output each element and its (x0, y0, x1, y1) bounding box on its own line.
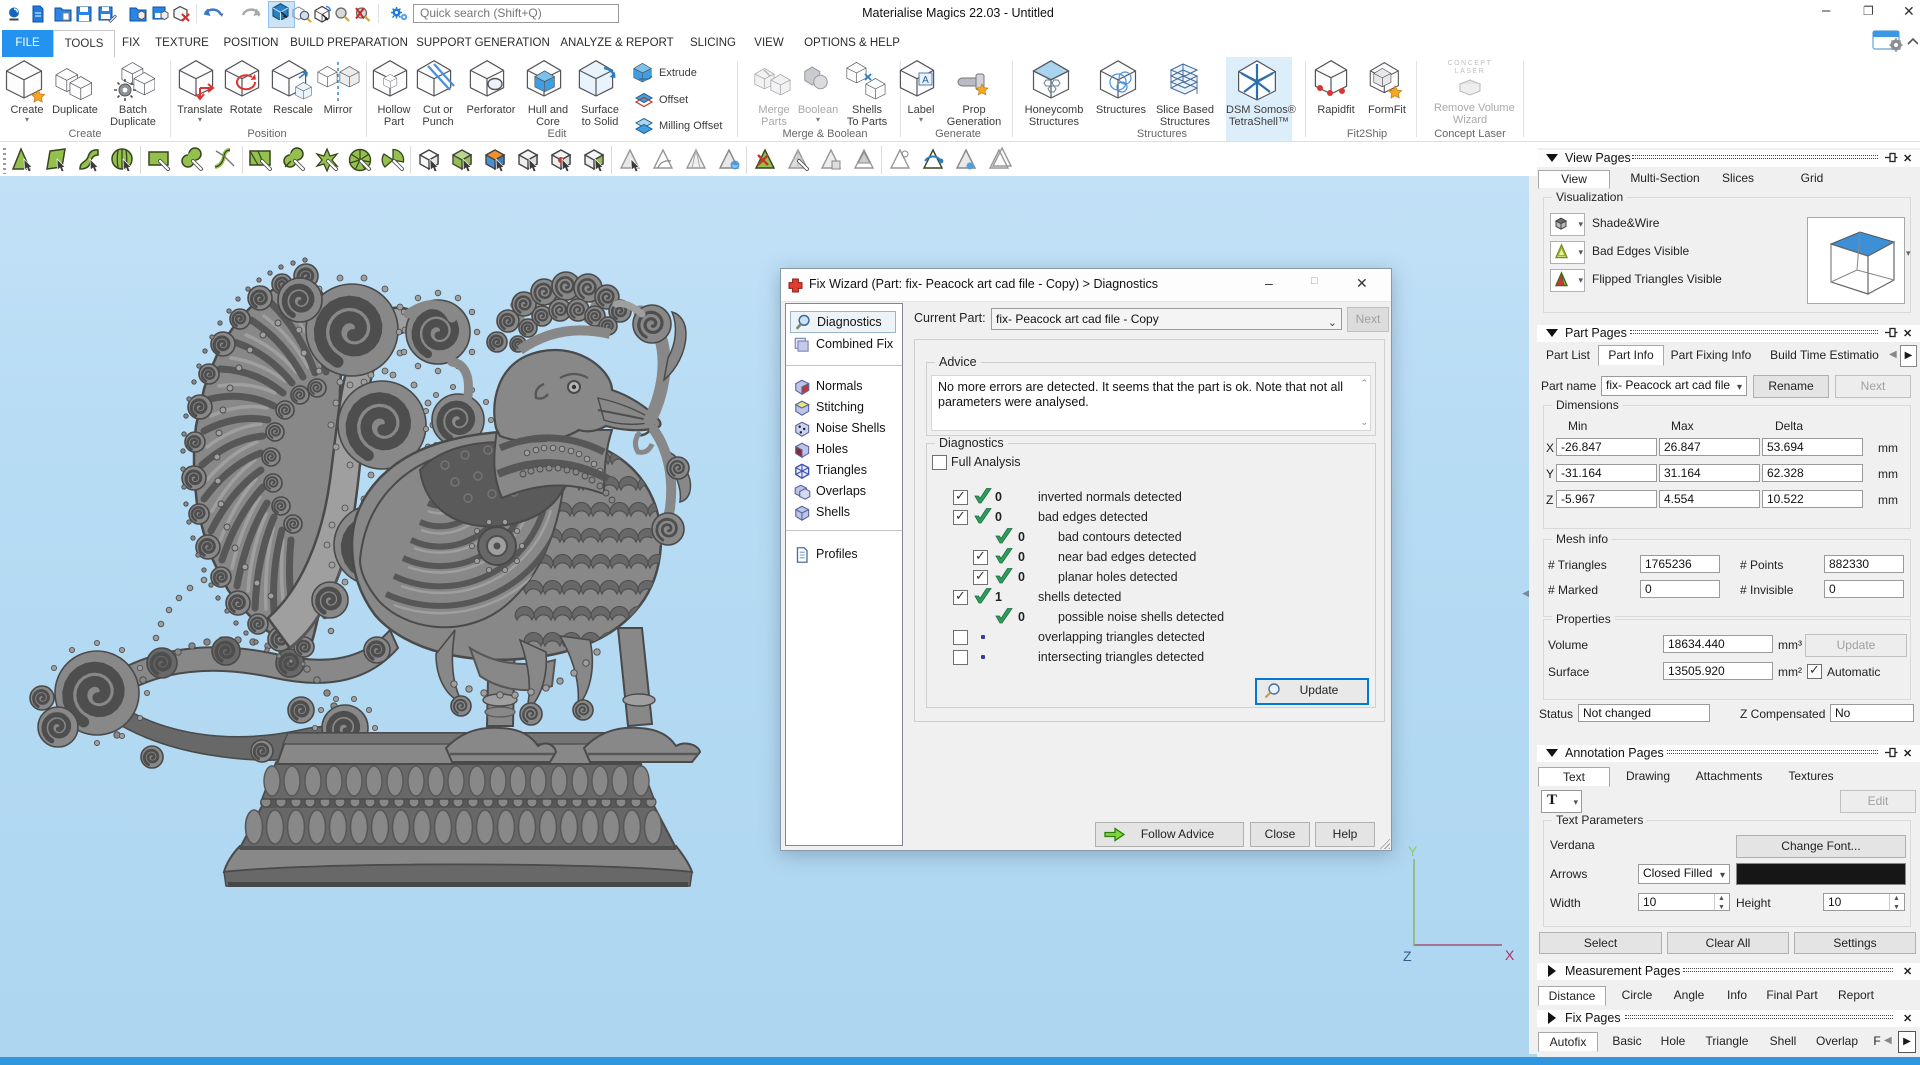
svg-text:A: A (922, 75, 929, 86)
svg-text:Z: Z (1403, 948, 1412, 964)
svg-text:Y: Y (1408, 844, 1418, 859)
svg-text:X: X (1505, 947, 1515, 963)
